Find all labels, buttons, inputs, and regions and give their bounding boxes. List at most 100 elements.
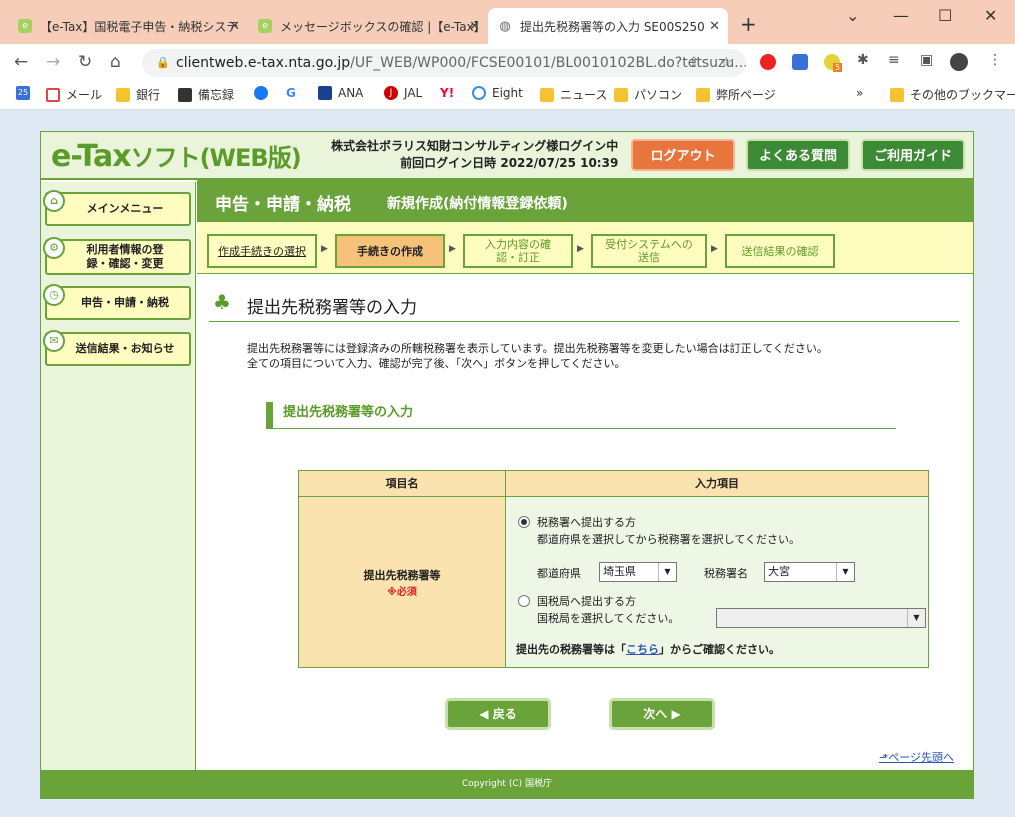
bookmark-news[interactable]: ニュース [540,86,607,103]
facebook-icon [254,86,268,100]
ana-icon [318,86,332,100]
page-top-link[interactable]: ⬏ページ先頭へ [879,749,954,765]
instruction-line: 全ての項目について入力、確認が完了後、「次へ」ボタンを押してください。 [247,357,626,370]
bookmark-other[interactable]: その他のブックマーク [890,86,1015,103]
bookmark-office[interactable]: 弊所ページ [696,86,776,103]
close-tab-icon[interactable]: ✕ [709,19,720,34]
bookmark-jal[interactable]: J JAL [384,86,422,100]
bookmark-google[interactable]: G [286,86,296,100]
logout-button[interactable]: ログアウト [631,139,735,171]
step-arrow-icon: ▶ [321,244,328,254]
reading-list-icon[interactable]: ≡ [888,52,900,68]
bookmark-yahoo[interactable]: Y! [440,86,454,100]
sidebar-item-label: 送信結果・お知らせ [75,342,175,355]
calendar-extension-icon[interactable] [792,54,808,70]
step-arrow-icon: ▶ [711,244,718,254]
step-select-procedure[interactable]: 作成手続きの選択 [207,234,317,268]
bureau-select[interactable]: ▼ [716,608,926,628]
side-panel-icon[interactable]: ▣ [920,52,933,68]
logo-sub: ソフト(WEB版) [130,144,302,172]
office-label: 税務署名 [704,567,748,580]
reload-icon[interactable]: ↻ [78,52,92,72]
circle-left-icon: ◀ [479,707,493,721]
browser-tabstrip: e 【e-Tax】国税電子申告・納税システム ✕ e メッセージボックスの確認 … [0,0,1015,44]
close-tab-icon[interactable]: ✕ [229,19,240,34]
sidebar-item-filing[interactable]: ◷ 申告・申請・納税 [43,284,191,320]
extensions-puzzle-icon[interactable]: ✱ [857,52,869,68]
bookmark-label: JAL [404,86,423,100]
folder-icon [116,87,130,102]
globe-icon: ◍ [499,18,511,34]
minimize-icon[interactable]: — [893,6,909,25]
bookmark-memo[interactable]: 備忘録 [178,86,234,103]
address-bar[interactable]: 🔒 clientweb.e-tax.nta.go.jp/UF_WEB/WP000… [142,49,746,77]
eight-icon [472,86,486,100]
tab-search-icon[interactable]: ⌄ [846,6,859,25]
logo-main: e-Tax [51,139,132,174]
bookmark-facebook[interactable] [254,86,274,100]
next-label: 次へ [643,707,668,721]
tax-office-hint: 都道府県を選択してから税務署を選択してください。 [537,533,801,546]
back-icon[interactable]: ← [14,52,28,72]
opera-extension-icon[interactable] [760,54,776,70]
bookmark-calendar[interactable]: 25 [16,86,36,100]
bookmark-pc[interactable]: パソコン [614,86,682,103]
bookmark-ana[interactable]: ANA [318,86,363,100]
bookmark-star-icon[interactable]: ☆ [720,49,733,77]
radio-tax-office[interactable] [518,516,530,528]
bookmark-bank[interactable]: 銀行 [116,86,160,103]
sidebar-item-user-info[interactable]: ⚙ 利用者情報の登録・確認・変更 [43,237,191,275]
profile-avatar[interactable] [950,53,968,71]
page-heading: ♣ 提出先税務署等の入力 [209,290,959,322]
section-titlebar: 申告・申請・納税 新規作成(納付情報登録依頼) [197,180,973,222]
column-header-item: 項目名 [299,471,506,497]
lock-icon: 🔒 [156,56,170,69]
back-button[interactable]: ◀ 戻る [445,698,551,730]
close-tab-icon[interactable]: ✕ [469,19,480,34]
next-button[interactable]: 次へ ▶ [609,698,715,730]
maximize-icon[interactable]: ☐ [938,6,952,25]
bookmarks-bar: 25 メール 銀行 備忘録 G ANA J JAL Y! Eight ニュース パ… [0,80,1015,110]
office-lookup-note: 提出先の税務署等は「こちら」からご確認ください。 [516,641,780,657]
step-confirm: 入力内容の確認・訂正 [463,234,573,268]
bookmark-mail[interactable]: メール [46,86,102,103]
instructions: 提出先税務署等には登録済みの所轄税務署を表示しています。提出先税務署等を変更した… [247,341,828,371]
new-tab-icon[interactable]: + [740,12,757,36]
office-lookup-link[interactable]: こちら [626,643,659,656]
section-title: 申告・申請・納税 [215,195,351,215]
yahoo-icon: Y! [440,86,455,100]
prefecture-label: 都道府県 [537,567,581,580]
bookmark-eight[interactable]: Eight [472,86,523,100]
guide-button[interactable]: ご利用ガイド [861,139,965,171]
tab-current[interactable]: ◍ 提出先税務署等の入力 SE00S250 ✕ [488,8,728,44]
google-icon: G [286,86,296,100]
chevron-down-icon: ▼ [658,563,676,581]
sidebar-item-main-menu[interactable]: ⌂ メインメニュー [43,190,191,226]
sidebar: ⌂ メインメニュー ⚙ 利用者情報の登録・確認・変更 ◷ 申告・申請・納税 ✉ 送信結果… [41,182,196,770]
gear-icon: ⚙ [43,237,65,259]
chevron-double-right-icon: » [856,86,864,100]
prefecture-select[interactable]: 埼玉県 ▼ [599,562,677,582]
menu-kebab-icon[interactable]: ⋮ [988,52,1002,68]
faq-button[interactable]: よくある質問 [746,139,850,171]
extension-badge: 5 [833,63,843,72]
url-host: clientweb.e-tax.nta.go.jp [176,55,351,71]
tab-etax-home[interactable]: e 【e-Tax】国税電子申告・納税システム ✕ [8,8,248,44]
tab-messagebox[interactable]: e メッセージボックスの確認 |【e-Tax】国 ✕ [248,8,488,44]
url-path: /UF_WEB/WP000/FCSE00101/BL0010102BL.do?t… [350,55,746,71]
sidebar-item-results[interactable]: ✉ 送信結果・お知らせ [43,330,191,366]
bookmark-overflow[interactable]: » [856,86,863,100]
home-icon[interactable]: ⌂ [110,52,121,72]
login-user: 株式会社ボラリス知財コンサルティング様ログイン中 [331,139,619,153]
radio-bureau[interactable] [518,595,530,607]
row-label: 提出先税務署等 [363,568,441,582]
jal-icon: J [384,86,398,100]
bookmark-label: ANA [338,86,364,100]
site-header: e-Taxソフト(WEB版) 株式会社ボラリス知財コンサルティング様ログイン中 … [41,132,973,180]
radio-bureau-label: 国税局へ提出する方 [537,595,636,608]
window-close-icon[interactable]: ✕ [984,6,997,25]
tax-office-select[interactable]: 大宮 ▼ [764,562,855,582]
forward-icon[interactable]: → [46,52,60,72]
prefecture-value: 埼玉県 [603,565,636,578]
share-icon[interactable]: ⇪ [688,49,700,77]
